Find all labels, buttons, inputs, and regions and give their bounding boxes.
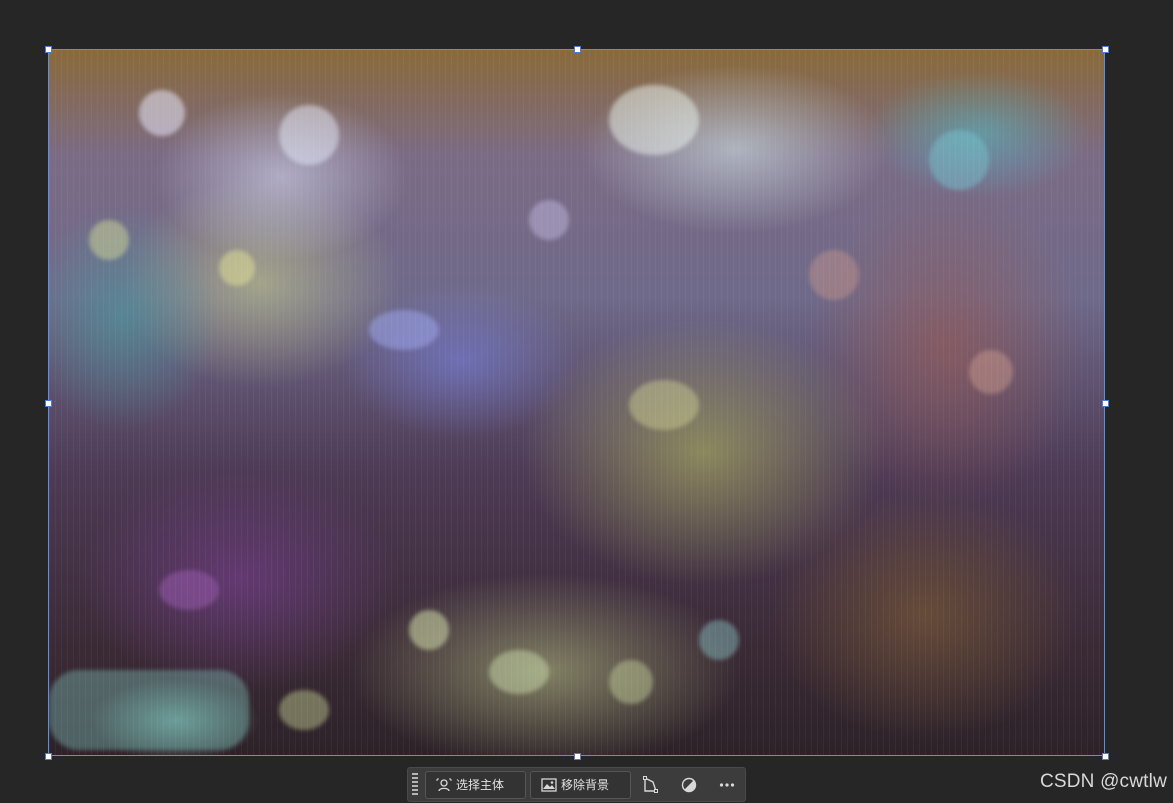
transform-handle-bottom-center[interactable]	[574, 753, 581, 760]
transform-handle-bottom-right[interactable]	[1102, 753, 1109, 760]
contrast-icon[interactable]	[677, 773, 701, 797]
transform-icon[interactable]	[638, 773, 662, 797]
photo-layer[interactable]	[49, 50, 1105, 756]
watermark-text: CSDN @cwtlw	[1039, 771, 1167, 792]
remove-background-label: 移除背景	[561, 778, 610, 792]
transform-handle-top-center[interactable]	[574, 46, 581, 53]
rain-streak-overlay	[49, 50, 1105, 756]
transform-handle-top-left[interactable]	[45, 46, 52, 53]
document-canvas[interactable]: 选择主体 移除背景 CSDN @cwtlw	[0, 0, 1173, 803]
remove-background-button[interactable]: 移除背景	[530, 771, 631, 799]
select-subject-button[interactable]: 选择主体	[425, 771, 526, 799]
drag-grip-handle[interactable]	[412, 773, 418, 797]
select-subject-label: 选择主体	[456, 778, 505, 792]
transform-handle-top-right[interactable]	[1102, 46, 1109, 53]
image-icon	[541, 778, 557, 792]
transform-handle-middle-left[interactable]	[45, 400, 52, 407]
person-icon	[436, 778, 452, 792]
transform-handle-middle-right[interactable]	[1102, 400, 1109, 407]
transform-handle-bottom-left[interactable]	[45, 753, 52, 760]
more-icon[interactable]	[715, 773, 739, 797]
contextual-task-bar: 选择主体 移除背景	[407, 767, 746, 802]
